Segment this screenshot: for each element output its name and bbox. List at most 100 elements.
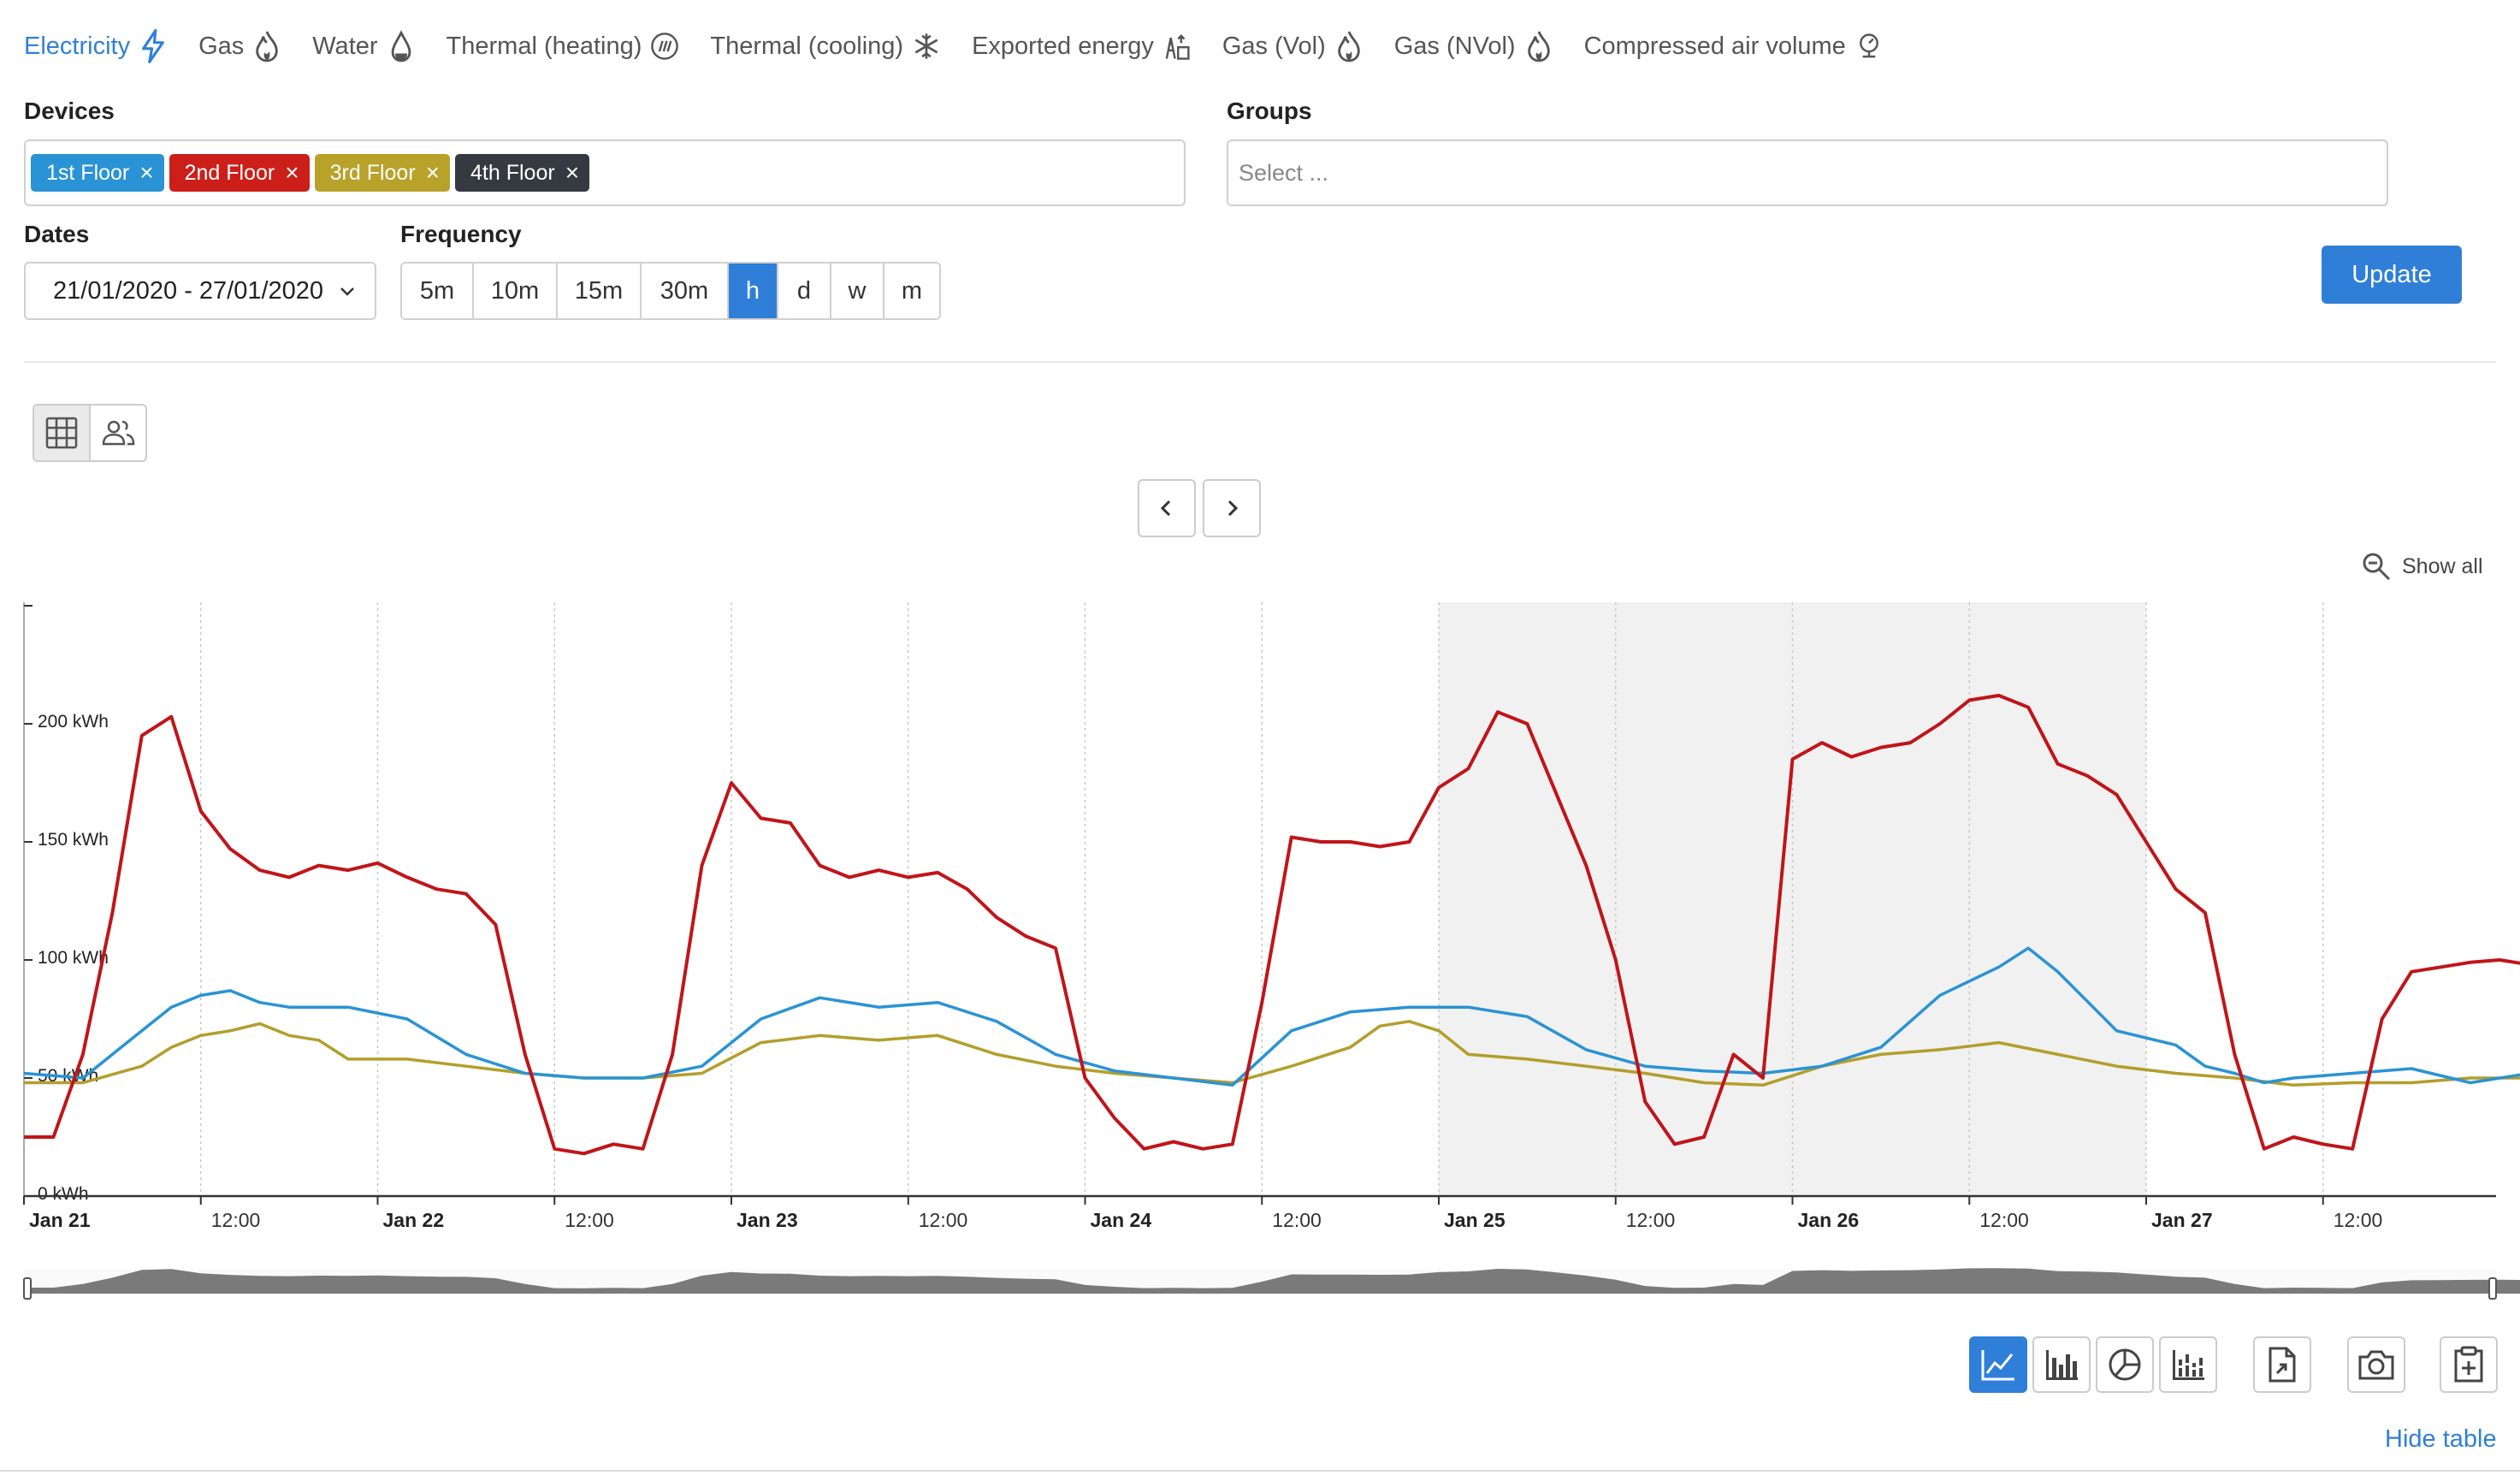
- flame-icon: [256, 31, 279, 62]
- frequency-selector: 5m 10m 15m 30m h d w m: [400, 262, 941, 320]
- flame-icon: [1527, 31, 1550, 62]
- remove-chip-icon[interactable]: ×: [565, 161, 579, 185]
- tab-label: Thermal (cooling): [710, 32, 904, 60]
- chart-navigator: [23, 1268, 2520, 1300]
- clipboard-icon: [2454, 1346, 2483, 1383]
- navigator-handle-left: [23, 1277, 32, 1300]
- tab-gas[interactable]: Gas: [198, 29, 281, 63]
- y-tick-label: 200 kWh: [38, 712, 109, 732]
- remove-chip-icon[interactable]: ×: [139, 161, 153, 185]
- copy-to-clipboard-button[interactable]: [2440, 1336, 2498, 1393]
- pie-chart-button[interactable]: [2096, 1336, 2154, 1393]
- x-hour-label: 12:00: [565, 1209, 614, 1231]
- date-range-picker[interactable]: 21/01/2020 - 27/01/2020: [24, 262, 376, 320]
- bottom-divider: [0, 1470, 2520, 1472]
- devices-label: Devices: [24, 98, 115, 124]
- export-icon: [1165, 34, 1190, 60]
- x-day-label: Jan 26: [1798, 1209, 1860, 1231]
- users-icon: [102, 420, 135, 446]
- frequency-m-button[interactable]: m: [884, 264, 939, 318]
- bar-chart-button[interactable]: [2032, 1336, 2091, 1393]
- x-hour-label: 12:00: [2334, 1209, 2383, 1231]
- energy-line-chart[interactable]: 0 kWh50 kWh100 kWh150 kWh200 kWh Jan 21 1…: [0, 590, 2520, 1300]
- file-export-icon: [2269, 1347, 2296, 1383]
- export-file-button[interactable]: [2253, 1336, 2311, 1393]
- frequency-w-button[interactable]: w: [831, 264, 884, 318]
- x-hour-label: 12:00: [1979, 1209, 2029, 1231]
- tab-exported-energy[interactable]: Exported energy: [972, 29, 1192, 63]
- dates-label: Dates: [24, 221, 90, 247]
- tab-water[interactable]: Water: [312, 29, 415, 63]
- x-axis: Jan 21 12:00 Jan 22 12:00 Jan 23 12:00 Jan 24 1…: [23, 1194, 2496, 1231]
- chevron-left-icon: [1160, 500, 1171, 517]
- y-tick-label: 100 kWh: [38, 948, 109, 968]
- tab-label: Gas (Vol): [1222, 32, 1326, 60]
- x-day-label: Jan 22: [383, 1209, 445, 1231]
- tab-label: Gas: [198, 32, 245, 60]
- device-chip-1st-floor: 1st Floor ×: [31, 154, 164, 192]
- x-day-label: Jan 21: [29, 1209, 91, 1231]
- devices-select[interactable]: 1st Floor × 2nd Floor × 3rd Floor × 4th …: [24, 139, 1186, 206]
- x-hour-label: 12:00: [919, 1209, 968, 1231]
- device-chip-4th-floor: 4th Floor ×: [455, 154, 590, 192]
- x-day-label: Jan 24: [1091, 1209, 1152, 1231]
- remove-chip-icon[interactable]: ×: [426, 161, 440, 185]
- heating-icon: [651, 33, 679, 60]
- tab-label: Thermal (heating): [446, 32, 642, 60]
- group-view-button[interactable]: [91, 406, 145, 460]
- tab-thermal-cooling[interactable]: Thermal (cooling): [710, 29, 941, 63]
- tab-compressed-air-volume[interactable]: Compressed air volume: [1584, 29, 1884, 63]
- next-period-button[interactable]: [1203, 479, 1261, 537]
- frequency-5m-button[interactable]: 5m: [402, 264, 474, 318]
- bar-chart-icon: [2046, 1350, 2078, 1380]
- frequency-10m-button[interactable]: 10m: [474, 264, 558, 318]
- drop-icon: [391, 30, 411, 62]
- remove-chip-icon[interactable]: ×: [285, 161, 299, 185]
- frequency-label: Frequency: [400, 221, 522, 247]
- x-day-label: Jan 27: [2151, 1209, 2213, 1231]
- previous-period-button[interactable]: [1138, 479, 1196, 537]
- tab-label: Compressed air volume: [1583, 32, 1846, 60]
- section-divider: [24, 361, 2496, 363]
- tab-electricity[interactable]: Electricity: [24, 29, 168, 63]
- frequency-d-button[interactable]: d: [778, 264, 831, 318]
- chevron-down-icon: [340, 287, 354, 296]
- device-chip-3rd-floor: 3rd Floor ×: [314, 154, 451, 192]
- x-hour-label: 12:00: [1626, 1209, 1676, 1231]
- line-chart-icon: [1981, 1350, 2014, 1381]
- groups-placeholder: Select ...: [1239, 159, 1329, 186]
- stacked-bar-icon: [2173, 1350, 2204, 1380]
- date-range-value: 21/01/2020 - 27/01/2020: [53, 276, 324, 305]
- chip-label: 2nd Floor: [184, 160, 275, 185]
- screenshot-button[interactable]: [2347, 1336, 2405, 1393]
- tab-label: Gas (NVol): [1393, 32, 1516, 60]
- frequency-15m-button[interactable]: 15m: [558, 264, 642, 318]
- zoom-out-icon: [2363, 553, 2391, 581]
- x-day-label: Jan 23: [736, 1209, 798, 1231]
- show-all-label: Show all: [2402, 554, 2483, 578]
- pie-chart-icon: [2109, 1348, 2141, 1381]
- tab-thermal-heating[interactable]: Thermal (heating): [447, 29, 680, 63]
- frequency-30m-button[interactable]: 30m: [642, 264, 729, 318]
- show-all-button[interactable]: Show all: [2361, 551, 2483, 582]
- chip-label: 1st Floor: [46, 160, 130, 185]
- line-chart-button[interactable]: [1969, 1336, 2027, 1393]
- grid-view-button[interactable]: [34, 406, 91, 460]
- y-axis: 0 kWh50 kWh100 kWh150 kWh200 kWh: [23, 602, 109, 1204]
- frequency-h-button[interactable]: h: [729, 264, 778, 318]
- tab-gas-nvol[interactable]: Gas (NVol): [1394, 29, 1553, 63]
- camera-icon: [2358, 1350, 2394, 1380]
- bolt-icon: [142, 29, 164, 63]
- navigator-handle-right: [2488, 1277, 2497, 1300]
- tab-gas-vol[interactable]: Gas (Vol): [1222, 29, 1364, 63]
- hide-table-link[interactable]: Hide table: [2385, 1425, 2497, 1454]
- flame-icon: [1337, 31, 1360, 62]
- x-hour-label: 12:00: [211, 1209, 261, 1231]
- groups-select[interactable]: Select ...: [1227, 139, 2388, 206]
- groups-label: Groups: [1227, 98, 1312, 124]
- stacked-bar-chart-button[interactable]: [2159, 1336, 2217, 1393]
- update-button[interactable]: Update: [2322, 246, 2462, 304]
- y-tick-label: 0 kWh: [38, 1184, 89, 1204]
- chip-label: 3rd Floor: [329, 160, 416, 185]
- gauge-icon: [1859, 33, 1878, 58]
